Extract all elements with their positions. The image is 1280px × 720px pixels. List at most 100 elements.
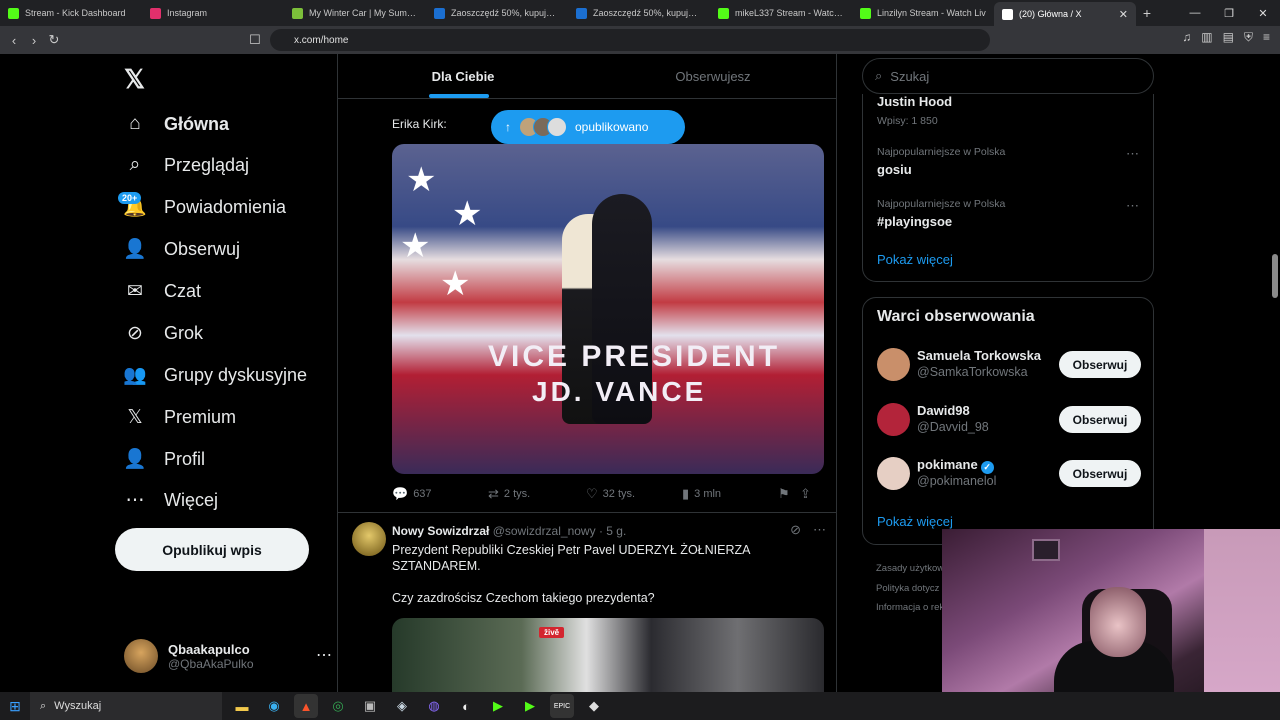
avatar[interactable] bbox=[352, 522, 386, 556]
tab-close-icon[interactable]: ✕ bbox=[1119, 8, 1128, 21]
reload-icon[interactable]: ↻ bbox=[44, 32, 64, 48]
post-image[interactable]: ★ ★ ★ ★ VICE PRESIDENT JD. VANCE bbox=[392, 144, 824, 474]
browser-tab[interactable]: Zaoszczędź 50%, kupując Darts bbox=[568, 0, 710, 26]
follow-suggestion[interactable]: Dawid98 @Davvid_98 Obserwuj bbox=[877, 403, 1141, 439]
tab-for-you[interactable]: Dla Ciebie bbox=[338, 54, 588, 98]
forward-icon[interactable]: › bbox=[24, 33, 44, 48]
reply-icon: 💬 bbox=[392, 486, 409, 501]
x-logo-icon[interactable]: 𝕏 bbox=[124, 64, 145, 95]
search-input[interactable]: ⌕ Szukaj bbox=[862, 58, 1154, 94]
nav-item-grok[interactable]: ⊘ Grok bbox=[124, 318, 203, 348]
restore-icon[interactable]: ❐ bbox=[1212, 7, 1246, 20]
nav-item-bell[interactable]: 🔔 Powiadomienia bbox=[123, 192, 287, 222]
home-icon: ⌂ bbox=[129, 113, 141, 134]
nav-item-community[interactable]: 👥 Grupy dyskusyjne bbox=[123, 360, 307, 390]
account-switcher[interactable]: Qbaakapulco @QbaAkaPulko ⋯ bbox=[124, 639, 332, 673]
post-author-handle[interactable]: @sowizdrzal_nowy bbox=[493, 524, 596, 538]
post-button[interactable]: Opublikuj wpis bbox=[115, 528, 309, 571]
show-more-link[interactable]: Pokaż więcej bbox=[877, 514, 953, 529]
tab-favicon-icon bbox=[576, 7, 587, 19]
nav-item-follow[interactable]: 👤 Obserwuj bbox=[123, 234, 240, 264]
post-video[interactable]: živě bbox=[392, 618, 824, 692]
new-posts-pill[interactable]: ↑ opublikowano bbox=[491, 110, 685, 144]
follow-suggestion[interactable]: pokimane ✓ @pokimanelol Obserwuj bbox=[877, 457, 1141, 493]
show-more-link[interactable]: Pokaż więcej bbox=[877, 252, 953, 267]
scrollbar-thumb[interactable] bbox=[1272, 254, 1278, 298]
reply-button[interactable]: 💬 637 bbox=[392, 486, 488, 502]
back-icon[interactable]: ‹ bbox=[4, 33, 24, 48]
tab-title: mikeL337 Stream - Watch L bbox=[735, 8, 844, 18]
follow-button[interactable]: Obserwuj bbox=[1059, 460, 1141, 487]
windows-taskbar: ⊞ ⌕ Wyszukaj ▬ ◉ ▲ ◎ ▣ ◈ ◍ ◐ ▶ ▶ EPIC ◆ bbox=[0, 692, 1280, 720]
share-button[interactable]: ⇪ bbox=[800, 486, 811, 502]
quote-label: Erika Kirk: bbox=[392, 117, 447, 131]
browser-tab[interactable]: (20) Główna / X ✕ bbox=[994, 2, 1136, 26]
minimize-icon[interactable]: — bbox=[1178, 7, 1212, 19]
follow-button[interactable]: Obserwuj bbox=[1059, 406, 1141, 433]
menu-icon[interactable]: ≡ bbox=[1263, 30, 1270, 45]
browser-tab[interactable]: Instagram bbox=[142, 0, 284, 26]
nav-item-search[interactable]: ⌕ Przeglądaj bbox=[124, 150, 249, 180]
more-dots-icon[interactable]: ⋯ bbox=[1126, 198, 1139, 214]
tab-following[interactable]: Obserwujesz bbox=[588, 54, 836, 98]
browser-tab[interactable]: Linzilyn Stream - Watch Liv bbox=[852, 0, 994, 26]
trend-item[interactable]: Najpopularniejsze w Polska #playingsoe ⋯ bbox=[877, 198, 1139, 229]
url-text: x.com/home bbox=[294, 34, 349, 46]
more-dots-icon[interactable]: ⋯ bbox=[813, 522, 826, 538]
discord-icon[interactable]: ◍ bbox=[422, 694, 446, 718]
browser-tab[interactable]: mikeL337 Stream - Watch L bbox=[710, 0, 852, 26]
app-icon[interactable]: ▣ bbox=[358, 694, 382, 718]
nav-item-x[interactable]: 𝕏 Premium bbox=[124, 402, 236, 432]
more-dots-icon[interactable]: ⋯ bbox=[1126, 146, 1139, 162]
follow-suggestion[interactable]: Samuela Torkowska @SamkaTorkowska Obserwuj bbox=[877, 348, 1141, 384]
footer-link[interactable]: Zasady użytkow bbox=[876, 559, 944, 579]
footer-link[interactable]: Informacja o rek bbox=[876, 598, 944, 618]
epic-games-icon[interactable]: EPIC bbox=[550, 694, 574, 718]
background-door bbox=[1204, 529, 1280, 692]
footer-link[interactable]: Polityka dotycz bbox=[876, 579, 944, 599]
app-icon[interactable]: ◆ bbox=[582, 694, 606, 718]
shield-icon[interactable]: ⛨ bbox=[1244, 30, 1253, 45]
post-author-name[interactable]: Nowy Sowizdrzał bbox=[392, 524, 489, 538]
obs-icon[interactable]: ◐ bbox=[454, 694, 478, 718]
trend-item[interactable]: Justin Hood Wpisy: 1 850 bbox=[877, 94, 1139, 127]
avatar[interactable] bbox=[877, 403, 910, 436]
address-bar[interactable]: x.com/home bbox=[270, 29, 990, 51]
kick-studio-icon[interactable]: ▶ bbox=[518, 694, 542, 718]
person-head bbox=[1090, 587, 1146, 657]
chrome-icon[interactable]: ◎ bbox=[326, 694, 350, 718]
like-button[interactable]: ♡ 32 tys. bbox=[586, 486, 682, 502]
avatar[interactable] bbox=[877, 457, 910, 490]
media-icon[interactable]: ♫ bbox=[1182, 30, 1191, 45]
repost-button[interactable]: ⇄ 2 tys. bbox=[488, 486, 586, 502]
trend-item[interactable]: Najpopularniejsze w Polska gosiu ⋯ bbox=[877, 146, 1139, 177]
windows-start-icon[interactable]: ⊞ bbox=[0, 698, 30, 715]
wallet-icon[interactable]: ▤ bbox=[1223, 30, 1234, 45]
views-button[interactable]: ▮ 3 mln bbox=[682, 486, 778, 502]
nav-item-label: Powiadomienia bbox=[164, 196, 287, 217]
edge-icon[interactable]: ◉ bbox=[262, 694, 286, 718]
kick-icon[interactable]: ▶ bbox=[486, 694, 510, 718]
nav-item-more[interactable]: ⋯ Więcej bbox=[124, 485, 219, 515]
nav-item-profile[interactable]: 👤 Profil bbox=[123, 444, 205, 474]
avatar[interactable] bbox=[877, 348, 910, 381]
tab-title: My Winter Car | My Summer C bbox=[309, 8, 418, 18]
post-text-line: Prezydent Republiki Czeskiej Petr Pavel … bbox=[392, 543, 750, 573]
grok-icon[interactable]: ⊘ bbox=[790, 522, 801, 538]
follow-button[interactable]: Obserwuj bbox=[1059, 351, 1141, 378]
file-explorer-icon[interactable]: ▬ bbox=[230, 694, 254, 718]
more-dots-icon[interactable]: ⋯ bbox=[316, 645, 332, 665]
new-tab-icon[interactable]: + bbox=[1136, 5, 1158, 21]
brave-icon[interactable]: ▲ bbox=[294, 694, 318, 718]
browser-tab[interactable]: My Winter Car | My Summer C bbox=[284, 0, 426, 26]
browser-tab[interactable]: Stream - Kick Dashboard bbox=[0, 0, 142, 26]
sidebar-icon[interactable]: ▥ bbox=[1201, 30, 1212, 45]
bookmark-icon[interactable]: ☐ bbox=[245, 32, 265, 48]
bookmark-button[interactable]: ⚑ bbox=[778, 486, 800, 502]
steam-icon[interactable]: ◈ bbox=[390, 694, 414, 718]
browser-tab[interactable]: Zaoszczędź 50%, kupując Darts bbox=[426, 0, 568, 26]
close-window-icon[interactable]: ✕ bbox=[1246, 7, 1280, 20]
nav-item-home[interactable]: ⌂ Główna bbox=[124, 109, 229, 139]
nav-item-mail[interactable]: ✉ Czat bbox=[124, 276, 201, 306]
taskbar-search[interactable]: ⌕ Wyszukaj bbox=[30, 692, 222, 720]
